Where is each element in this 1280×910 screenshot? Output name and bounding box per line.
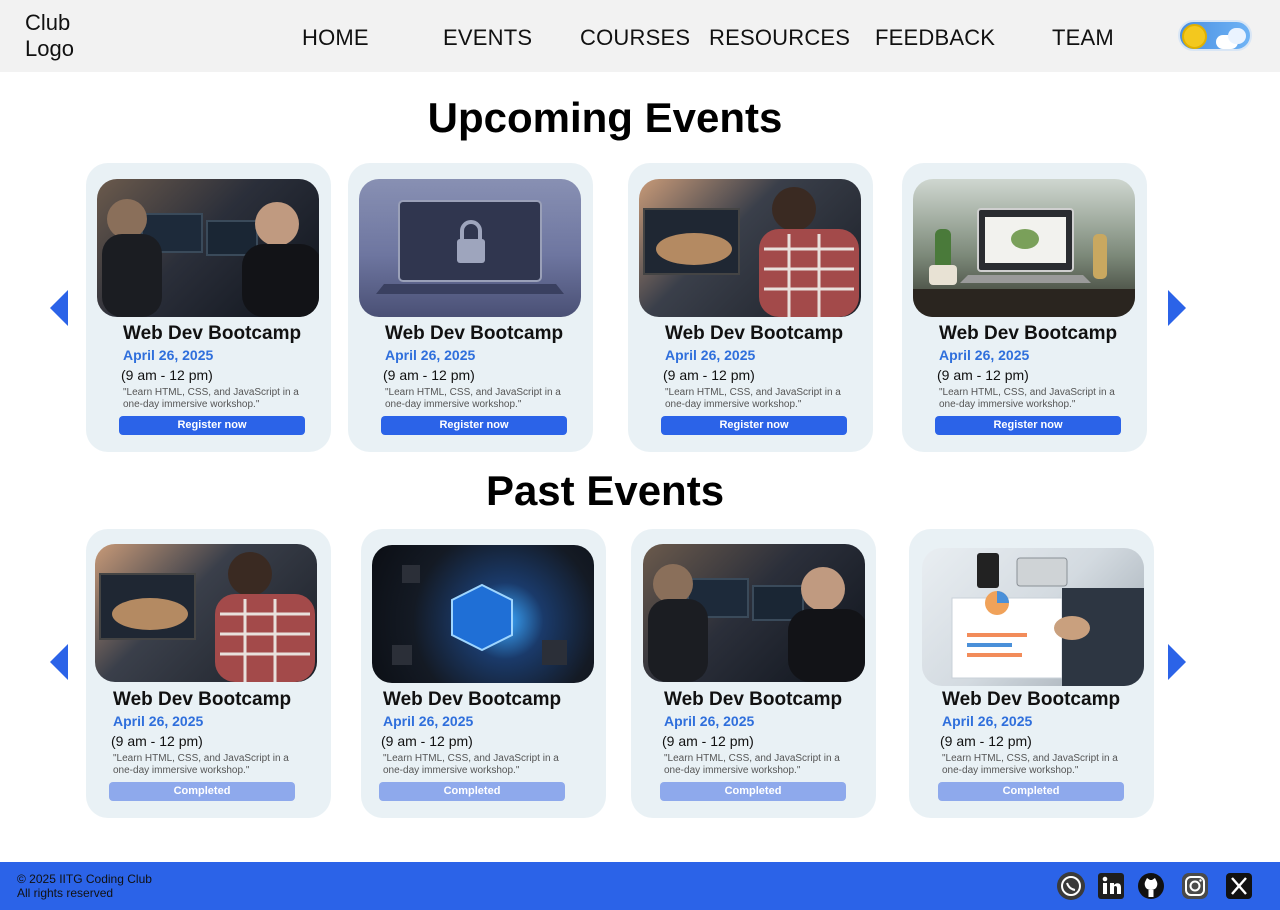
upcoming-prev-arrow-icon[interactable] (50, 290, 70, 326)
logo-line-2: Logo (25, 36, 74, 61)
event-time: (9 am - 12 pm) (937, 367, 1029, 383)
cloud-icon (1228, 28, 1246, 44)
club-logo[interactable]: Club Logo (25, 10, 74, 62)
event-date: April 26, 2025 (385, 347, 476, 363)
event-title: Web Dev Bootcamp (942, 689, 1121, 710)
github-icon[interactable] (1136, 871, 1166, 901)
register-button[interactable]: Register now (381, 416, 567, 435)
event-description: "Learn HTML, CSS, and JavaScript in a on… (385, 387, 561, 410)
event-date: April 26, 2025 (113, 713, 204, 729)
nav-team[interactable]: TEAM (1052, 25, 1114, 51)
rights-text: All rights reserved (17, 886, 114, 900)
completed-button[interactable]: Completed (660, 782, 846, 801)
event-title: Web Dev Bootcamp (939, 323, 1118, 344)
upcoming-event-card: Web Dev Bootcamp April 26, 2025 (9 am - … (86, 163, 331, 452)
event-title: Web Dev Bootcamp (665, 323, 844, 344)
event-date: April 26, 2025 (939, 347, 1030, 363)
event-time: (9 am - 12 pm) (381, 733, 473, 749)
upcoming-next-arrow-icon[interactable] (1166, 290, 1186, 326)
past-next-arrow-icon[interactable] (1166, 644, 1186, 680)
nav-courses[interactable]: COURSES (580, 25, 690, 51)
x-icon[interactable] (1224, 871, 1254, 901)
event-date: April 26, 2025 (942, 713, 1033, 729)
event-image (95, 544, 317, 682)
past-event-card: Web Dev Bootcamp April 26, 2025 (9 am - … (86, 529, 331, 818)
copyright-text: © 2025 IITG Coding Club (17, 872, 152, 886)
event-description: "Learn HTML, CSS, and JavaScript in a on… (942, 753, 1118, 776)
completed-button[interactable]: Completed (938, 782, 1124, 801)
past-event-card: Web Dev Bootcamp April 26, 2025 (9 am - … (909, 529, 1154, 818)
upcoming-event-card: Web Dev Bootcamp April 26, 2025 (9 am - … (348, 163, 593, 452)
event-title: Web Dev Bootcamp (113, 689, 292, 710)
event-description: "Learn HTML, CSS, and JavaScript in a on… (665, 387, 841, 410)
register-button[interactable]: Register now (661, 416, 847, 435)
upcoming-events-title: Upcoming Events (427, 94, 783, 141)
event-date: April 26, 2025 (665, 347, 756, 363)
event-time: (9 am - 12 pm) (663, 367, 755, 383)
theme-toggle[interactable] (1178, 20, 1252, 51)
header: Club Logo HOME EVENTS COURSES RESOURCES … (0, 0, 1280, 72)
logo-line-1: Club (25, 10, 71, 35)
register-button[interactable]: Register now (935, 416, 1121, 435)
nav-home[interactable]: HOME (302, 25, 369, 51)
upcoming-event-card: Web Dev Bootcamp April 26, 2025 (9 am - … (902, 163, 1147, 452)
event-title: Web Dev Bootcamp (664, 689, 843, 710)
event-title: Web Dev Bootcamp (383, 689, 562, 710)
event-image (643, 544, 865, 682)
event-time: (9 am - 12 pm) (383, 367, 475, 383)
footer: © 2025 IITG Coding Club All rights reser… (0, 862, 1280, 910)
linkedin-icon[interactable] (1096, 871, 1126, 901)
event-title: Web Dev Bootcamp (123, 323, 302, 344)
past-prev-arrow-icon[interactable] (50, 644, 70, 680)
event-description: "Learn HTML, CSS, and JavaScript in a on… (664, 753, 840, 776)
completed-button[interactable]: Completed (109, 782, 295, 801)
footer-copyright: © 2025 IITG Coding Club All rights reser… (17, 872, 152, 900)
event-description: "Learn HTML, CSS, and JavaScript in a on… (113, 753, 289, 776)
nav-feedback[interactable]: FEEDBACK (875, 25, 995, 51)
instagram-icon[interactable] (1180, 871, 1210, 901)
past-event-card: Web Dev Bootcamp April 26, 2025 (9 am - … (631, 529, 876, 818)
event-description: "Learn HTML, CSS, and JavaScript in a on… (123, 387, 299, 410)
past-event-card: Web Dev Bootcamp April 26, 2025 (9 am - … (361, 529, 606, 818)
completed-button[interactable]: Completed (379, 782, 565, 801)
event-time: (9 am - 12 pm) (121, 367, 213, 383)
event-image (372, 545, 594, 683)
past-events-title: Past Events (485, 467, 725, 514)
nav-resources[interactable]: RESOURCES (709, 25, 850, 51)
nav-events[interactable]: EVENTS (443, 25, 532, 51)
event-image (639, 179, 861, 317)
event-description: "Learn HTML, CSS, and JavaScript in a on… (383, 753, 559, 776)
event-description: "Learn HTML, CSS, and JavaScript in a on… (939, 387, 1115, 410)
event-image (97, 179, 319, 317)
event-image (913, 179, 1135, 317)
upcoming-event-card: Web Dev Bootcamp April 26, 2025 (9 am - … (628, 163, 873, 452)
event-date: April 26, 2025 (383, 713, 474, 729)
event-time: (9 am - 12 pm) (662, 733, 754, 749)
event-time: (9 am - 12 pm) (940, 733, 1032, 749)
sun-icon (1182, 24, 1207, 49)
whatsapp-icon[interactable] (1056, 871, 1086, 901)
event-image (922, 548, 1144, 686)
register-button[interactable]: Register now (119, 416, 305, 435)
event-title: Web Dev Bootcamp (385, 323, 564, 344)
event-date: April 26, 2025 (664, 713, 755, 729)
event-date: April 26, 2025 (123, 347, 214, 363)
event-image (359, 179, 581, 317)
event-time: (9 am - 12 pm) (111, 733, 203, 749)
